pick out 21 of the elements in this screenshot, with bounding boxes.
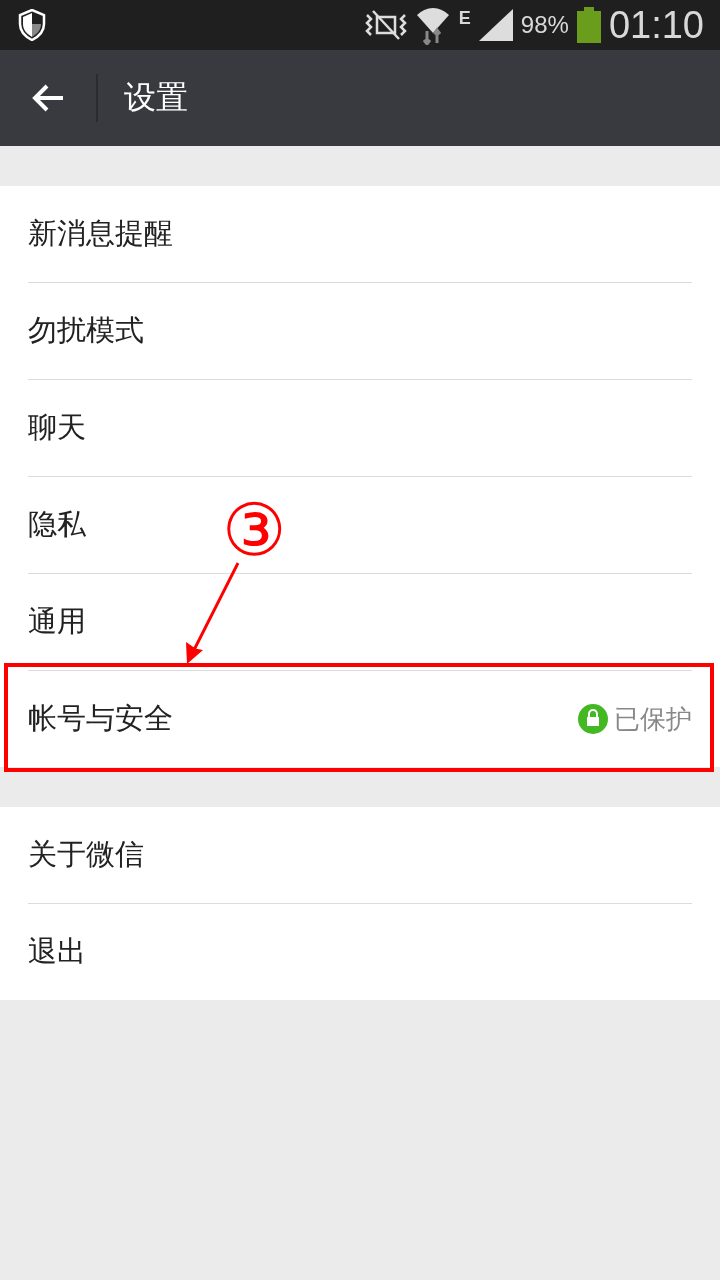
settings-label: 关于微信 bbox=[28, 836, 144, 873]
settings-label: 隐私 bbox=[28, 506, 86, 543]
lock-icon bbox=[578, 704, 608, 734]
protected-status: 已保护 bbox=[614, 702, 692, 736]
settings-label: 退出 bbox=[28, 933, 86, 970]
vibrate-off-icon bbox=[364, 9, 407, 41]
settings-label: 聊天 bbox=[28, 409, 86, 446]
clock: 01:10 bbox=[608, 3, 704, 47]
step-marker: ③ bbox=[222, 494, 287, 566]
shield-icon bbox=[18, 9, 46, 41]
settings-label: 帐号与安全 bbox=[28, 700, 173, 737]
battery-percent: 98% bbox=[520, 11, 569, 39]
battery-icon bbox=[576, 7, 601, 43]
wifi-icon bbox=[414, 5, 451, 45]
settings-label: 新消息提醒 bbox=[28, 215, 173, 252]
network-type: E bbox=[458, 8, 471, 29]
signal-icon bbox=[478, 9, 513, 41]
settings-label: 勿扰模式 bbox=[28, 312, 144, 349]
settings-label: 通用 bbox=[28, 603, 86, 640]
page-title: 设置 bbox=[124, 77, 188, 118]
back-arrow-icon bbox=[31, 83, 65, 113]
